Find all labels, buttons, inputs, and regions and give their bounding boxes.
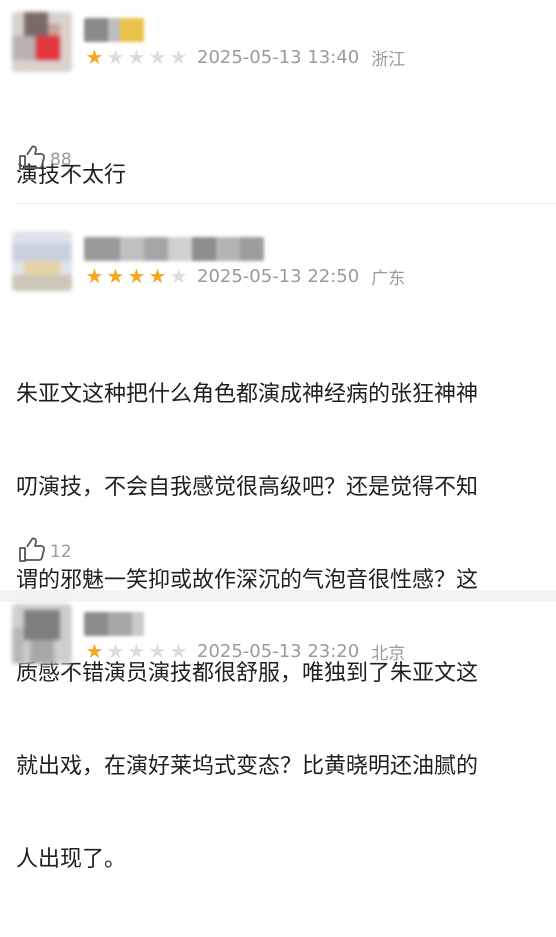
review-date: 2025-05-13 23:20 — [197, 640, 360, 662]
review-location: 北京 — [371, 643, 406, 664]
star-icon: ★ — [169, 45, 188, 69]
star-icon: ★ — [148, 264, 167, 288]
review-meta: ★ ★ ★ ★ ★ 2025-05-13 13:40 浙江 — [84, 45, 406, 70]
avatar[interactable] — [12, 12, 72, 72]
star-icon: ★ — [127, 639, 146, 663]
review-text-line: 就出戏，在演好莱坞式变态？比黄晓明还油腻的 — [16, 754, 479, 779]
review-text-line: 朱亚文这种把什么角色都演成神经病的张狂神神 — [16, 382, 479, 407]
review-text-line: 人出现了。 — [16, 847, 127, 872]
star-icon: ★ — [85, 45, 104, 69]
like-count: 12 — [50, 542, 72, 562]
avatar[interactable] — [12, 231, 72, 291]
review-card-3: ★ ★ ★ ★ ★ 2025-05-13 23:20 北京 — [0, 590, 556, 700]
like-count: 88 — [50, 150, 72, 170]
rating-stars: ★ ★ ★ ★ ★ — [84, 266, 189, 286]
review-meta: ★ ★ ★ ★ ★ 2025-05-13 23:20 北京 — [84, 639, 406, 664]
rating-stars: ★ ★ ★ ★ ★ — [84, 47, 189, 67]
star-icon: ★ — [169, 264, 188, 288]
star-icon: ★ — [106, 45, 125, 69]
review-date: 2025-05-13 13:40 — [197, 46, 360, 68]
star-icon: ★ — [148, 45, 167, 69]
star-icon: ★ — [127, 45, 146, 69]
username-redacted[interactable] — [84, 18, 144, 42]
star-icon: ★ — [148, 639, 167, 663]
star-icon: ★ — [127, 264, 146, 288]
review-location: 广东 — [371, 268, 406, 289]
like-button[interactable]: 12 — [18, 537, 72, 567]
username-redacted[interactable] — [84, 237, 264, 261]
avatar[interactable] — [12, 604, 72, 664]
username-redacted[interactable] — [84, 612, 144, 636]
review-text-line: 演技不太行 — [16, 163, 127, 188]
review-text-line: 叨演技，不会自我感觉很高级吧？还是觉得不知 — [16, 475, 479, 500]
divider — [16, 203, 556, 204]
star-icon: ★ — [85, 264, 104, 288]
review-card-1: ★ ★ ★ ★ ★ 2025-05-13 13:40 浙江 演技不太行 88 — [0, 0, 556, 205]
star-icon: ★ — [85, 639, 104, 663]
review-location: 浙江 — [371, 49, 406, 70]
like-button[interactable]: 88 — [18, 145, 72, 175]
review-date: 2025-05-13 22:50 — [197, 265, 360, 287]
review-card-2: ★ ★ ★ ★ ★ 2025-05-13 22:50 广东 朱亚文这种把什么角色都演成神… — [0, 205, 556, 872]
thumbs-up-icon — [18, 537, 46, 567]
star-icon: ★ — [169, 639, 188, 663]
thumbs-up-icon — [18, 145, 46, 175]
review-meta: ★ ★ ★ ★ ★ 2025-05-13 22:50 广东 — [84, 264, 406, 289]
star-icon: ★ — [106, 264, 125, 288]
star-icon: ★ — [106, 639, 125, 663]
rating-stars: ★ ★ ★ ★ ★ — [84, 641, 189, 661]
